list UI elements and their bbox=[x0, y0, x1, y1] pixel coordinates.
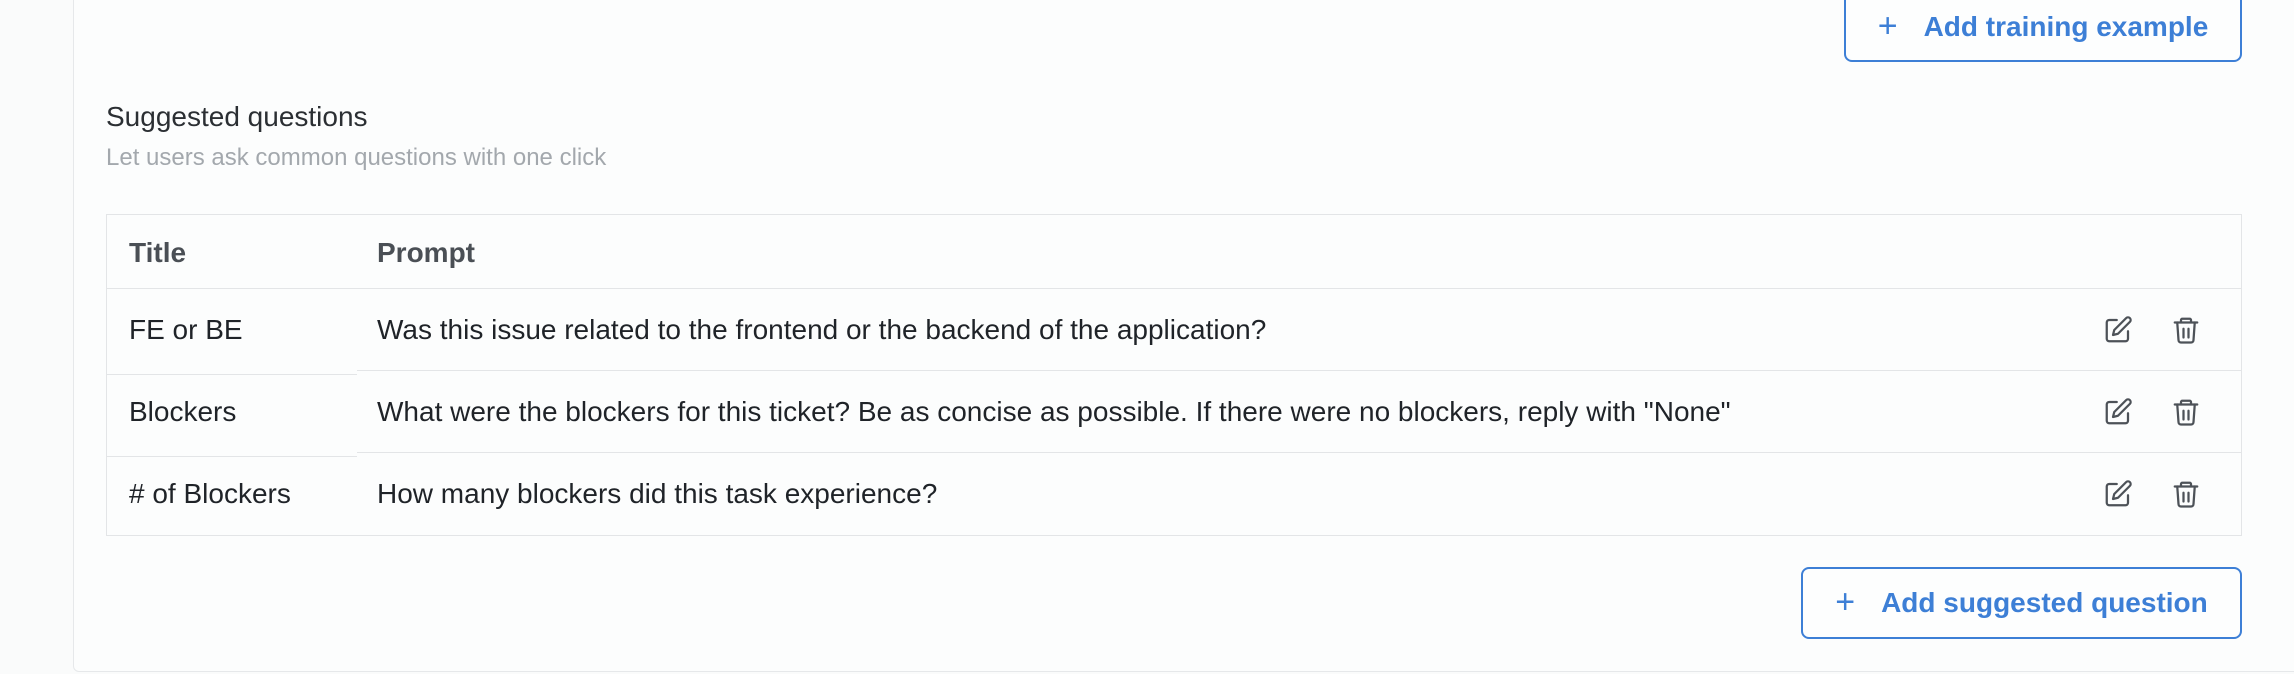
add-suggested-question-button[interactable]: + Add suggested question bbox=[1801, 567, 2242, 639]
edit-icon[interactable] bbox=[2101, 477, 2135, 511]
trash-icon[interactable] bbox=[2169, 313, 2203, 347]
row-prompt: What were the blockers for this ticket? … bbox=[377, 396, 1731, 427]
edit-icon[interactable] bbox=[2101, 313, 2135, 347]
add-training-example-button[interactable]: + Add training example bbox=[1844, 0, 2242, 62]
column-header-prompt: Prompt bbox=[377, 237, 475, 268]
table-header: Title Prompt bbox=[107, 215, 2241, 289]
row-title: # of Blockers bbox=[129, 478, 291, 509]
trash-icon[interactable] bbox=[2169, 477, 2203, 511]
add-training-example-label: Add training example bbox=[1923, 11, 2209, 42]
section-title: Suggested questions bbox=[106, 101, 368, 132]
table-row: Blockers What were the blockers for this… bbox=[107, 371, 2241, 457]
trash-icon[interactable] bbox=[2169, 395, 2203, 429]
table-row: FE or BE Was this issue related to the f… bbox=[107, 289, 2241, 375]
section-subtitle: Let users ask common questions with one … bbox=[106, 144, 607, 171]
plus-icon: + bbox=[1835, 582, 1856, 621]
suggested-questions-table: Title Prompt FE or BE Was this issue rel… bbox=[106, 214, 2242, 536]
row-prompt: Was this issue related to the frontend o… bbox=[377, 314, 1267, 345]
table-row: # of Blockers How many blockers did this… bbox=[107, 453, 2241, 535]
row-title: FE or BE bbox=[129, 314, 243, 345]
row-prompt: How many blockers did this task experien… bbox=[377, 478, 938, 509]
plus-icon: + bbox=[1877, 6, 1898, 45]
row-title: Blockers bbox=[129, 396, 237, 427]
add-suggested-question-label: Add suggested question bbox=[1881, 587, 2208, 618]
column-header-title: Title bbox=[129, 237, 187, 268]
edit-icon[interactable] bbox=[2101, 395, 2135, 429]
